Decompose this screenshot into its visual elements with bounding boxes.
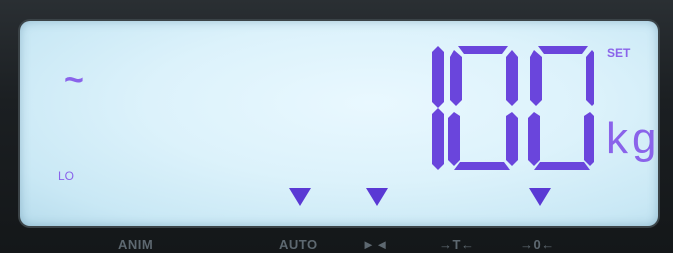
stable-indicator-icon: ~ — [64, 61, 84, 99]
scale-device: ~ LO SET kg ANIM AUTO ►◄ →T← →0← — [0, 0, 673, 253]
indicator-marker — [289, 188, 311, 206]
bezel-label-center-zero: ►◄ — [362, 237, 389, 252]
digit-1 — [432, 46, 444, 170]
lo-indicator: LO — [58, 169, 75, 183]
indicator-marker — [366, 188, 388, 206]
unit-label: kg — [606, 114, 661, 163]
lcd-display: ~ LO SET kg — [20, 21, 658, 226]
digit-0-second — [528, 46, 594, 170]
indicator-marker — [529, 188, 551, 206]
set-indicator: SET — [607, 46, 631, 60]
bezel-label-zero: →0← — [520, 237, 555, 252]
bezel-label-anim: ANIM — [118, 237, 154, 252]
bezel-label-auto: AUTO — [279, 237, 318, 252]
bezel-label-tare: →T← — [439, 237, 475, 252]
digit-0-first — [448, 46, 518, 170]
weight-readout — [432, 46, 594, 170]
